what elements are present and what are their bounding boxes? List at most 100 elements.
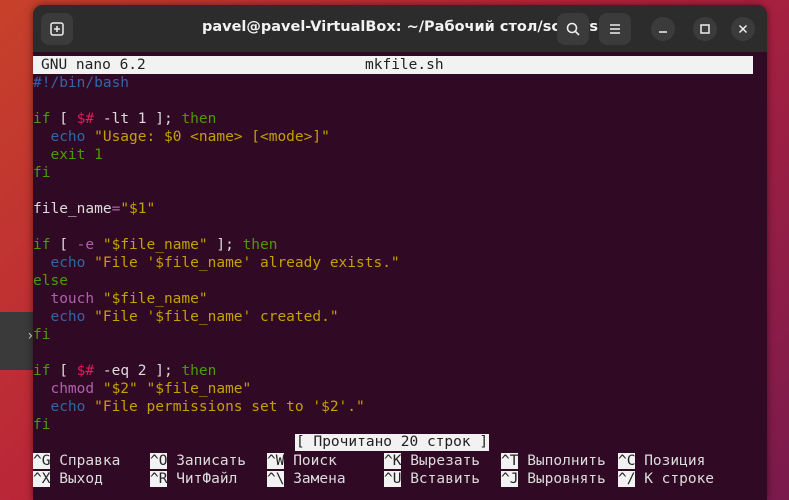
close-button[interactable]	[731, 17, 755, 41]
code-token: echo	[33, 129, 86, 145]
code-token: then	[181, 363, 217, 379]
code-line: echo "Usage: $0 <name> [<mode>]"	[33, 128, 330, 146]
code-line: fi	[33, 164, 50, 182]
shortcut-key: ^O	[150, 453, 168, 469]
code-token: -eq 2 ];	[94, 363, 182, 379]
code-token: "File permissions set to '$2'."	[85, 399, 365, 415]
shortcut-label: Справка	[50, 453, 121, 469]
code-line: #!/bin/bash	[33, 74, 129, 92]
code-line: if [ $# -eq 2 ]; then	[33, 362, 216, 380]
shortcut-key: ^W	[267, 453, 285, 469]
minimize-icon	[659, 31, 667, 33]
code-line: echo "File '$file_name' already exists."	[33, 254, 400, 272]
code-token: chmod	[33, 381, 95, 397]
shortcut-key: ^X	[33, 471, 51, 487]
shortcut-key: ^K	[384, 453, 402, 469]
code-shebang: #!/bin/bash	[33, 75, 130, 91]
code-token: -e	[76, 237, 95, 253]
code-line: if [ $# -lt 1 ]; then	[33, 110, 216, 128]
shortcut-key: ^/	[618, 471, 636, 487]
code-token: else	[33, 273, 68, 289]
code-token: =	[111, 201, 121, 217]
shortcut-where-is[interactable]: ^W Поиск	[267, 452, 337, 470]
code-line: echo "File permissions set to '$2'."	[33, 398, 365, 416]
code-token: fi	[33, 417, 51, 433]
shortcut-read-file[interactable]: ^R ЧитФайл	[150, 470, 237, 488]
maximize-icon	[700, 24, 710, 34]
shortcut-key: ^\	[267, 471, 285, 487]
code-token: [	[50, 237, 77, 253]
code-token: echo	[33, 399, 86, 415]
shortcut-key: ^J	[501, 471, 519, 487]
shortcut-location[interactable]: ^C Позиция	[618, 452, 705, 470]
shortcut-execute[interactable]: ^T Выполнить	[501, 452, 606, 470]
code-line: echo "File '$file_name' created."	[33, 308, 339, 326]
code-line: exit 1	[33, 146, 103, 164]
code-token: if	[33, 237, 51, 253]
code-line: fi	[33, 326, 50, 344]
code-token: echo	[33, 255, 86, 271]
code-token: then	[181, 111, 217, 127]
code-token: fi	[33, 165, 51, 181]
shortcut-label: Записать	[167, 453, 247, 469]
shortcut-help[interactable]: ^G Справка	[33, 452, 120, 470]
search-icon	[566, 22, 580, 36]
code-line: else	[33, 272, 68, 290]
menu-button[interactable]	[599, 13, 631, 45]
code-token: $#	[76, 111, 95, 127]
status-message: [ Прочитано 20 строк ]	[295, 434, 490, 451]
code-token: echo	[33, 309, 86, 325]
shortcut-key: ^C	[618, 453, 636, 469]
shortcut-key: ^R	[150, 471, 168, 487]
code-line: touch "$file_name"	[33, 290, 208, 308]
shortcut-label: К строке	[635, 471, 715, 487]
code-token: "$file_name"	[94, 237, 208, 253]
code-token: "$2" "$file_name"	[94, 381, 252, 397]
nano-version: GNU nano 6.2	[41, 57, 146, 73]
code-token: exit 1	[33, 147, 103, 163]
title-bar: pavel@pavel-VirtualBox: ~/Рабочий стол/s…	[33, 5, 767, 52]
search-button[interactable]	[557, 13, 589, 45]
nano-filename: mkfile.sh	[365, 57, 444, 73]
code-token: $#	[76, 363, 95, 379]
code-token: "File '$file_name' created."	[85, 309, 339, 325]
code-token: file_name	[33, 201, 112, 217]
shortcut-key: ^G	[33, 453, 51, 469]
code-token: if	[33, 363, 51, 379]
code-token: fi	[33, 327, 51, 343]
shortcut-label: Выполнить	[518, 453, 606, 469]
shortcut-label: Выход	[50, 471, 103, 487]
code-token: -lt 1 ];	[94, 111, 182, 127]
minimize-button[interactable]	[651, 17, 675, 41]
shortcut-label: Вставить	[401, 471, 481, 487]
shortcut-write-out[interactable]: ^O Записать	[150, 452, 246, 470]
shortcut-label: ЧитФайл	[167, 471, 238, 487]
shortcut-key: ^U	[384, 471, 402, 487]
shortcut-key: ^T	[501, 453, 519, 469]
code-line: file_name="$1"	[33, 200, 155, 218]
maximize-button[interactable]	[693, 17, 717, 41]
hamburger-menu-icon	[610, 24, 620, 34]
shortcut-label: Поиск	[284, 453, 337, 469]
shortcut-justify[interactable]: ^J Выровнять	[501, 470, 606, 488]
nano-header-bar: GNU nano 6.2 mkfile.sh	[33, 56, 753, 74]
code-token: "$1"	[120, 201, 156, 217]
shortcut-go-to-line[interactable]: ^/ К строке	[618, 470, 714, 488]
shortcut-cut[interactable]: ^K Вырезать	[384, 452, 480, 470]
code-token: ];	[207, 237, 243, 253]
shortcut-label: Вырезать	[401, 453, 481, 469]
terminal-window: pavel@pavel-VirtualBox: ~/Рабочий стол/s…	[33, 5, 767, 500]
shortcut-replace[interactable]: ^\ Замена	[267, 470, 346, 488]
code-token: if	[33, 111, 51, 127]
code-token: then	[242, 237, 278, 253]
shortcut-label: Позиция	[635, 453, 706, 469]
code-line: fi	[33, 416, 50, 434]
code-token: "File '$file_name' already exists."	[85, 255, 400, 271]
code-token: "Usage: $0 <name> [<mode>]"	[85, 129, 330, 145]
shortcut-paste[interactable]: ^U Вставить	[384, 470, 480, 488]
shortcut-label: Замена	[284, 471, 346, 487]
close-icon	[738, 24, 748, 34]
shortcut-exit[interactable]: ^X Выход	[33, 470, 103, 488]
code-token: touch	[33, 291, 95, 307]
code-token: "$file_name"	[94, 291, 208, 307]
